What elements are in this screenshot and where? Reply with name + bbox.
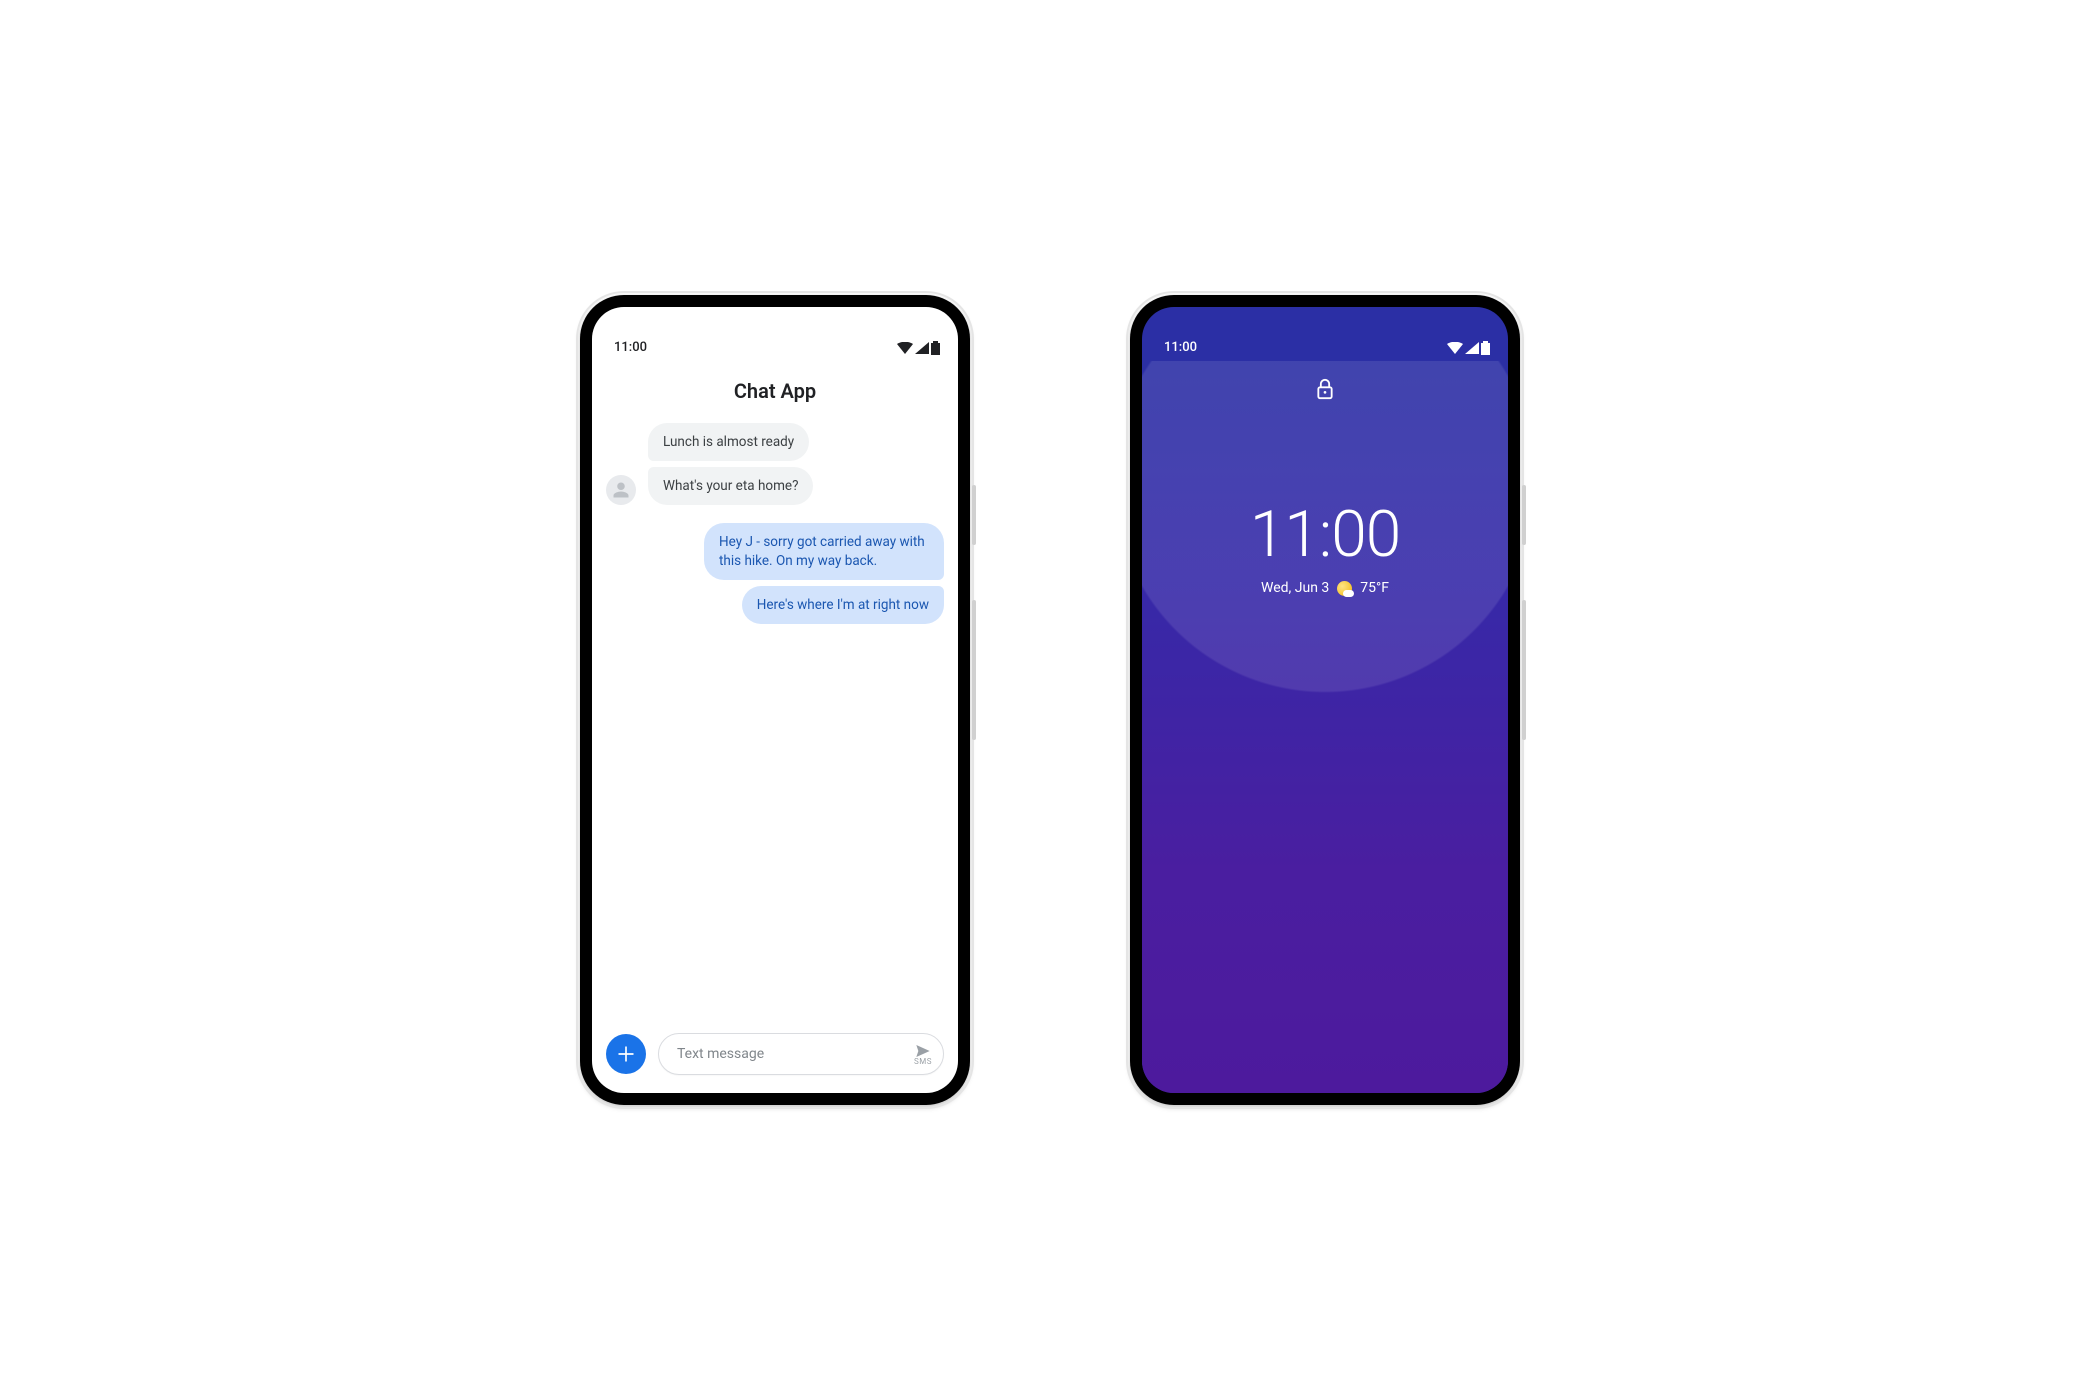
message-row-outgoing[interactable]: Here's where I'm at right now (606, 586, 944, 624)
chat-app: Chat App Lunch is almost ready What's yo… (592, 361, 958, 1093)
wifi-icon (1447, 342, 1463, 354)
wifi-icon (897, 342, 913, 354)
message-bubble: Hey J - sorry got carried away with this… (704, 523, 944, 579)
message-bubble: Lunch is almost ready (648, 423, 809, 461)
message-row-outgoing[interactable]: Hey J - sorry got carried away with this… (606, 523, 944, 579)
volume-button[interactable] (972, 600, 976, 740)
partly-cloudy-icon (1337, 581, 1352, 596)
message-bubble: Here's where I'm at right now (742, 586, 944, 624)
message-bubble: What's your eta home? (648, 467, 813, 505)
cellular-icon (1465, 342, 1479, 354)
plus-icon (616, 1044, 636, 1064)
lock-temperature: 75°F (1360, 580, 1389, 596)
app-title: Chat App (592, 361, 958, 423)
message-row-incoming[interactable]: Lunch is almost ready (606, 423, 944, 461)
cellular-icon (915, 342, 929, 354)
status-bar[interactable]: 11:00 (592, 307, 958, 361)
screen-lock[interactable]: 11:00 11:00 Wed, Jun 3 75°F (1142, 307, 1508, 1093)
person-icon (612, 481, 630, 499)
status-bar[interactable]: 11:00 (1142, 307, 1508, 361)
compose-placeholder: Text message (677, 1046, 764, 1062)
power-button[interactable] (972, 485, 976, 545)
status-icons (1447, 341, 1490, 355)
lock-screen[interactable]: 11:00 Wed, Jun 3 75°F (1142, 361, 1508, 1093)
status-time: 11:00 (1164, 340, 1197, 355)
lock-clock: 11:00 (1250, 497, 1400, 572)
lock-date: Wed, Jun 3 (1261, 580, 1329, 596)
phone-frame-lock: 11:00 11:00 Wed, Jun 3 75°F (1130, 295, 1520, 1105)
send-button[interactable]: SMS (913, 1043, 933, 1066)
status-time: 11:00 (614, 340, 647, 355)
lock-indicator[interactable] (1315, 377, 1335, 405)
attach-button[interactable] (606, 1034, 646, 1074)
volume-button[interactable] (1522, 600, 1526, 740)
compose-input[interactable]: Text message SMS (658, 1033, 944, 1075)
status-icons (897, 341, 940, 355)
lock-icon (1315, 377, 1335, 401)
battery-icon (931, 341, 940, 355)
screen-chat: 11:00 Chat App Lunch is almost ready (592, 307, 958, 1093)
lock-date-row: Wed, Jun 3 75°F (1261, 580, 1389, 596)
contact-avatar[interactable] (606, 475, 636, 505)
message-list[interactable]: Lunch is almost ready What's your eta ho… (592, 423, 958, 1021)
message-row-incoming[interactable]: What's your eta home? (606, 467, 944, 505)
power-button[interactable] (1522, 485, 1526, 545)
battery-icon (1481, 341, 1490, 355)
phone-frame-chat: 11:00 Chat App Lunch is almost ready (580, 295, 970, 1105)
compose-bar: Text message SMS (592, 1021, 958, 1093)
send-sms-label: SMS (914, 1058, 932, 1066)
